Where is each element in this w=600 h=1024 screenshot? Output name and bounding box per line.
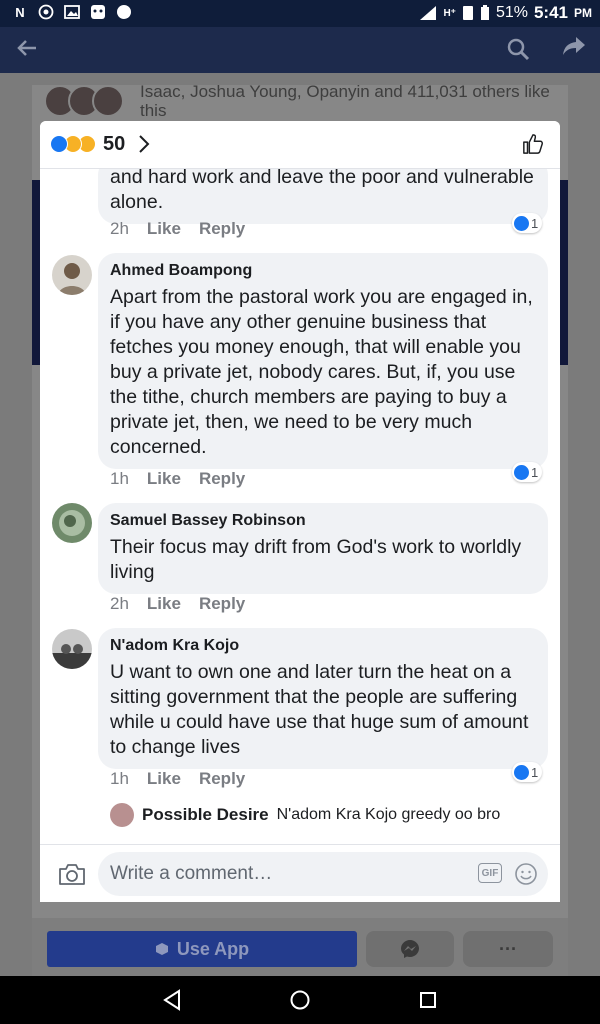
status-bar: N H⁺ 51% 5:41 PM xyxy=(0,0,600,27)
comment-reaction-chip[interactable]: 1 xyxy=(512,462,543,482)
reply-link[interactable]: Reply xyxy=(199,219,245,239)
data-icon: H⁺ xyxy=(443,7,456,19)
nav-back-icon[interactable] xyxy=(160,988,184,1012)
reaction-chip-count: 1 xyxy=(531,764,539,780)
avatar[interactable] xyxy=(52,503,92,543)
comment-list: and hard work and leave the poor and vul… xyxy=(40,169,560,844)
chevron-right-icon xyxy=(139,135,150,153)
comment-time: 2h xyxy=(110,594,129,613)
messenger-button[interactable] xyxy=(366,931,454,967)
comment-bubble: Ahmed Boampong Apart from the pastoral w… xyxy=(98,253,548,469)
more-button[interactable]: ··· xyxy=(463,931,553,967)
battery-icon xyxy=(480,5,489,20)
reaction-chip-count: 1 xyxy=(531,215,539,231)
comment-bubble: Samuel Bassey Robinson Their focus may d… xyxy=(98,503,548,594)
comment-bubble: and hard work and leave the poor and vul… xyxy=(98,169,548,224)
whatsapp-icon xyxy=(38,4,54,20)
comment-meta: 1h Like Reply xyxy=(110,769,245,789)
back-arrow-icon[interactable] xyxy=(16,37,38,66)
gallery-icon xyxy=(64,4,80,20)
like-link[interactable]: Like xyxy=(147,469,181,489)
like-reaction-icon xyxy=(514,464,529,480)
clock-time: 5:41 xyxy=(533,3,568,22)
comment-meta: 1h Like Reply xyxy=(110,469,245,489)
thumbs-up-icon[interactable] xyxy=(522,133,544,155)
reply-link[interactable]: Reply xyxy=(199,594,245,614)
comment-text: and hard work and leave the poor and vul… xyxy=(110,169,534,213)
gif-button[interactable]: GIF xyxy=(478,863,502,883)
reaction-icons xyxy=(50,135,96,153)
comment-time: 1h xyxy=(110,769,129,788)
clock-ampm: PM xyxy=(574,6,592,20)
avatar xyxy=(110,803,134,827)
sim-icon xyxy=(462,6,473,20)
like-link[interactable]: Like xyxy=(147,594,181,614)
post-media-edge xyxy=(32,180,40,365)
comments-sheet: 50 and hard work and leave the poor and … xyxy=(40,121,560,902)
like-link[interactable]: Like xyxy=(147,219,181,239)
comment-composer: Write a comment… GIF xyxy=(40,844,560,902)
dot-icon xyxy=(116,4,132,20)
avatar[interactable] xyxy=(52,629,92,669)
like-reaction-icon xyxy=(514,215,529,231)
comment-meta: 2h Like Reply xyxy=(110,594,245,614)
comment-text: U want to own one and later turn the hea… xyxy=(110,661,529,758)
emoji-icon[interactable] xyxy=(514,862,538,886)
comment-reaction-chip[interactable]: 1 xyxy=(512,213,543,233)
reply-preview[interactable]: Possible Desire N'adom Kra Kojo greedy o… xyxy=(110,803,500,827)
reply-text: N'adom Kra Kojo greedy oo bro xyxy=(276,806,501,823)
signal-icon xyxy=(420,6,437,20)
comment-author[interactable]: N'adom Kra Kojo xyxy=(110,636,536,655)
nav-recents-icon[interactable] xyxy=(416,988,440,1012)
comment-reaction-chip[interactable]: 1 xyxy=(512,762,543,782)
reactions-header[interactable]: 50 xyxy=(40,121,560,169)
use-app-button[interactable]: Use App xyxy=(47,931,357,967)
messenger-notif-icon xyxy=(90,4,106,20)
battery-percent: 51% xyxy=(495,4,528,21)
comment-text: Apart from the pastoral work you are eng… xyxy=(110,286,533,458)
reaction-count: 50 xyxy=(103,133,126,155)
comment-meta: 2h Like Reply xyxy=(110,219,245,239)
reply-link[interactable]: Reply xyxy=(199,769,245,789)
avatar[interactable] xyxy=(52,255,92,295)
camera-icon[interactable] xyxy=(58,862,86,886)
n-notification-icon: N xyxy=(15,4,25,20)
cube-icon xyxy=(155,943,168,955)
post-media-edge-right xyxy=(560,180,568,365)
nav-home-icon[interactable] xyxy=(288,988,312,1012)
reply-link[interactable]: Reply xyxy=(199,469,245,489)
comment-time: 1h xyxy=(110,469,129,488)
comment-author[interactable]: Ahmed Boampong xyxy=(110,261,536,280)
reactors-summary: Isaac, Joshua Young, Opanyin and 411,031… xyxy=(140,82,550,120)
comment-text: Their focus may drift from God's work to… xyxy=(110,536,522,583)
reply-author: Possible Desire xyxy=(142,805,269,824)
reaction-chip-count: 1 xyxy=(531,464,539,480)
comment-time: 2h xyxy=(110,219,129,238)
messenger-icon xyxy=(401,940,419,958)
search-icon[interactable] xyxy=(506,37,530,61)
like-reaction-icon xyxy=(514,764,529,780)
app-toolbar xyxy=(0,27,600,73)
comment-bubble: N'adom Kra Kojo U want to own one and la… xyxy=(98,628,548,769)
comment-author[interactable]: Samuel Bassey Robinson xyxy=(110,511,536,530)
android-nav-bar xyxy=(0,976,600,1024)
reactor-avatars xyxy=(44,85,124,117)
use-app-label: Use App xyxy=(176,938,250,959)
share-icon[interactable] xyxy=(562,35,586,64)
like-reaction-icon xyxy=(50,135,68,153)
like-link[interactable]: Like xyxy=(147,769,181,789)
